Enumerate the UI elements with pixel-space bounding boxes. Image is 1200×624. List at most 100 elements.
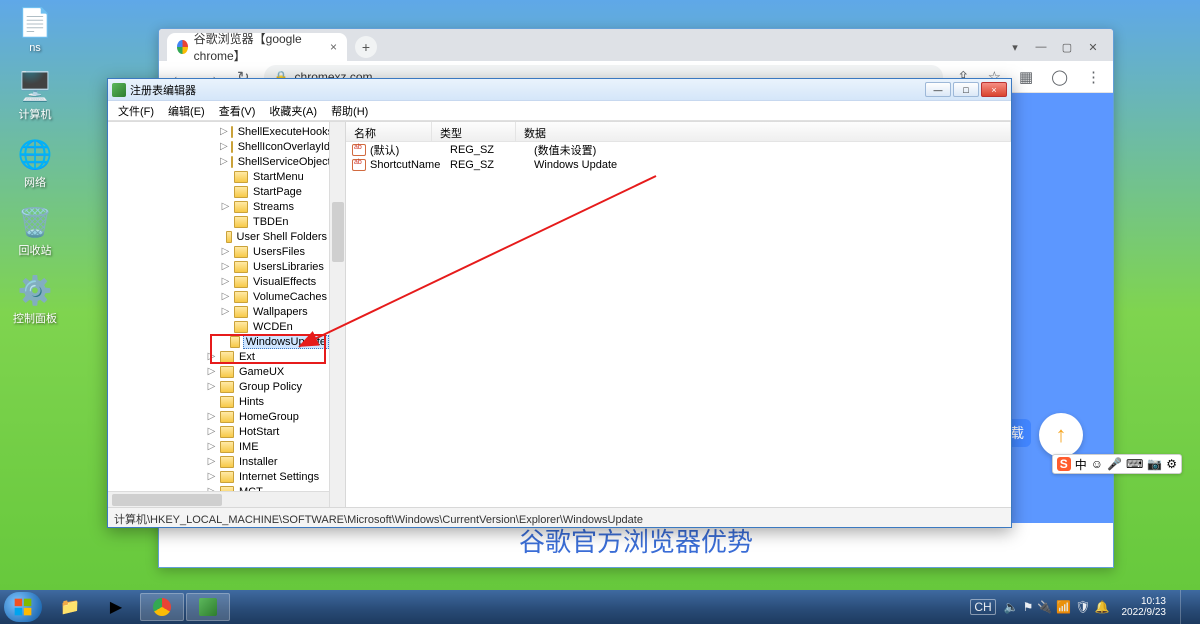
desktop-glyph-icon: 📄 <box>17 4 53 40</box>
desktop-icon-ns[interactable]: 📄ns <box>0 4 70 54</box>
tree-node[interactable]: ▷Ext <box>108 349 329 364</box>
ime-tray-icon[interactable]: 中 <box>1075 456 1087 473</box>
tree-node[interactable]: StartPage <box>108 184 329 199</box>
value-row[interactable]: ShortcutNameREG_SZWindows Update <box>346 157 1011 172</box>
scrollbar-thumb[interactable] <box>112 494 222 506</box>
menu-item[interactable]: 收藏夹(A) <box>263 101 323 121</box>
ime-tray-icon[interactable]: ☺ <box>1091 457 1103 471</box>
tree-node[interactable]: ▷Internet Settings <box>108 469 329 484</box>
show-desktop-button[interactable] <box>1180 590 1190 624</box>
expand-icon[interactable]: ▷ <box>206 456 217 467</box>
tree-node[interactable]: ▷ShellServiceObjects <box>108 154 329 169</box>
expand-icon[interactable]: ▷ <box>220 201 231 212</box>
tree-node[interactable]: ▷HomeGroup <box>108 409 329 424</box>
new-tab-button[interactable]: + <box>355 36 377 58</box>
ime-tray-icon[interactable]: 🎤 <box>1107 457 1122 471</box>
col-type[interactable]: 类型 <box>432 122 516 141</box>
col-name[interactable]: 名称 <box>346 122 432 141</box>
scrollbar-thumb[interactable] <box>332 202 344 262</box>
tray-icon[interactable]: 🛡 <box>1075 600 1090 614</box>
scroll-top-button[interactable]: ↑ <box>1039 413 1083 457</box>
expand-icon[interactable]: ▷ <box>220 291 231 302</box>
taskbar-mediaplayer-button[interactable]: ▶ <box>94 593 138 621</box>
expand-icon[interactable]: ▷ <box>220 306 231 317</box>
ime-tray-icon[interactable]: ⚙ <box>1166 457 1177 471</box>
start-button[interactable] <box>4 592 42 622</box>
extensions-icon[interactable]: ▦ <box>1015 66 1037 88</box>
regedit-maximize-button[interactable]: □ <box>953 82 979 97</box>
expand-icon[interactable]: ▷ <box>220 246 231 257</box>
taskbar-regedit-button[interactable] <box>186 593 230 621</box>
regedit-titlebar[interactable]: 注册表编辑器 — □ × <box>108 79 1011 101</box>
tree-node[interactable]: ▷MCT <box>108 484 329 491</box>
ime-indicator[interactable]: CH <box>970 599 995 615</box>
tray-icon[interactable]: ⚑ <box>1023 600 1034 614</box>
chrome-minimize-button[interactable]: — <box>1029 37 1053 57</box>
col-data[interactable]: 数据 <box>516 122 1011 141</box>
regedit-close-button[interactable]: × <box>981 82 1007 97</box>
value-row[interactable]: (默认)REG_SZ(数值未设置) <box>346 142 1011 157</box>
tree-node[interactable]: ▷Streams <box>108 199 329 214</box>
expand-icon[interactable]: ▷ <box>206 426 217 437</box>
expand-icon[interactable]: ▷ <box>220 126 228 137</box>
desktop-icon-回收站[interactable]: 🗑️回收站 <box>0 204 70 258</box>
tree-node[interactable]: ▷IME <box>108 439 329 454</box>
tree-horizontal-scrollbar[interactable] <box>108 491 329 507</box>
menu-item[interactable]: 文件(F) <box>112 101 160 121</box>
expand-icon[interactable]: ▷ <box>206 471 217 482</box>
expand-icon[interactable]: ▷ <box>220 261 231 272</box>
tree-node[interactable]: ▷Group Policy <box>108 379 329 394</box>
tray-icon[interactable]: 🔔 <box>1095 600 1110 614</box>
expand-icon[interactable]: ▷ <box>220 141 228 152</box>
tree-node[interactable]: ▷ShellExecuteHooks <box>108 124 329 139</box>
ime-floating-bar[interactable]: S 中 ☺ 🎤 ⌨ 📷 ⚙ <box>1052 454 1182 474</box>
tree-node[interactable]: WCDEn <box>108 319 329 334</box>
chrome-maximize-button[interactable]: ▢ <box>1055 37 1079 57</box>
folder-icon <box>234 261 248 273</box>
browser-tab[interactable]: 谷歌浏览器【google chrome】 × <box>167 33 347 61</box>
expand-icon[interactable]: ▷ <box>206 381 217 392</box>
tree-node[interactable]: User Shell Folders <box>108 229 329 244</box>
tree-node[interactable]: ▷UsersFiles <box>108 244 329 259</box>
expand-icon[interactable]: ▷ <box>206 411 217 422</box>
tab-close-icon[interactable]: × <box>330 40 337 54</box>
desktop-icon-控制面板[interactable]: ⚙️控制面板 <box>0 272 70 326</box>
tree-node[interactable]: ▷Installer <box>108 454 329 469</box>
ime-tray-icon[interactable]: 📷 <box>1147 457 1162 471</box>
desktop-icon-网络[interactable]: 🌐网络 <box>0 136 70 190</box>
tree-node[interactable]: ▷VisualEffects <box>108 274 329 289</box>
tree-node[interactable]: StartMenu <box>108 169 329 184</box>
chrome-close-button[interactable]: ✕ <box>1081 37 1105 57</box>
tree-node[interactable]: ▷ShellIconOverlayIdentifi <box>108 139 329 154</box>
tree-node[interactable]: ▷HotStart <box>108 424 329 439</box>
regedit-minimize-button[interactable]: — <box>925 82 951 97</box>
tray-icon[interactable]: 📶 <box>1056 600 1071 614</box>
profile-avatar-icon[interactable]: ◯ <box>1047 66 1072 88</box>
sogou-logo-icon[interactable]: S <box>1057 457 1071 471</box>
menu-item[interactable]: 编辑(E) <box>162 101 211 121</box>
tree-node[interactable]: ▷GameUX <box>108 364 329 379</box>
tree-node[interactable]: ▷Wallpapers <box>108 304 329 319</box>
tree-node[interactable]: Hints <box>108 394 329 409</box>
taskbar-chrome-button[interactable] <box>140 593 184 621</box>
tree-node[interactable]: WindowsUpdate <box>108 334 329 349</box>
expand-icon[interactable]: ▷ <box>220 156 228 167</box>
tree-node[interactable]: TBDEn <box>108 214 329 229</box>
tree-vertical-scrollbar[interactable] <box>329 122 345 507</box>
menu-item[interactable]: 帮助(H) <box>325 101 374 121</box>
tree-node[interactable]: ▷VolumeCaches <box>108 289 329 304</box>
tray-icon[interactable]: 🔌 <box>1037 600 1052 614</box>
ime-tray-icon[interactable]: ⌨ <box>1126 457 1143 471</box>
taskbar-clock[interactable]: 10:13 2022/9/23 <box>1122 596 1167 618</box>
taskbar-explorer-button[interactable]: 📁 <box>48 593 92 621</box>
chrome-dropdown-icon[interactable]: ▾ <box>1003 37 1027 57</box>
expand-icon[interactable]: ▷ <box>206 366 217 377</box>
expand-icon[interactable]: ▷ <box>206 441 217 452</box>
tray-icon[interactable]: 🔈 <box>1004 600 1019 614</box>
menu-item[interactable]: 查看(V) <box>213 101 262 121</box>
desktop-icon-计算机[interactable]: 🖥️计算机 <box>0 68 70 122</box>
chrome-menu-icon[interactable]: ⋮ <box>1082 66 1105 88</box>
expand-icon[interactable]: ▷ <box>206 351 217 362</box>
expand-icon[interactable]: ▷ <box>220 276 231 287</box>
tree-node[interactable]: ▷UsersLibraries <box>108 259 329 274</box>
